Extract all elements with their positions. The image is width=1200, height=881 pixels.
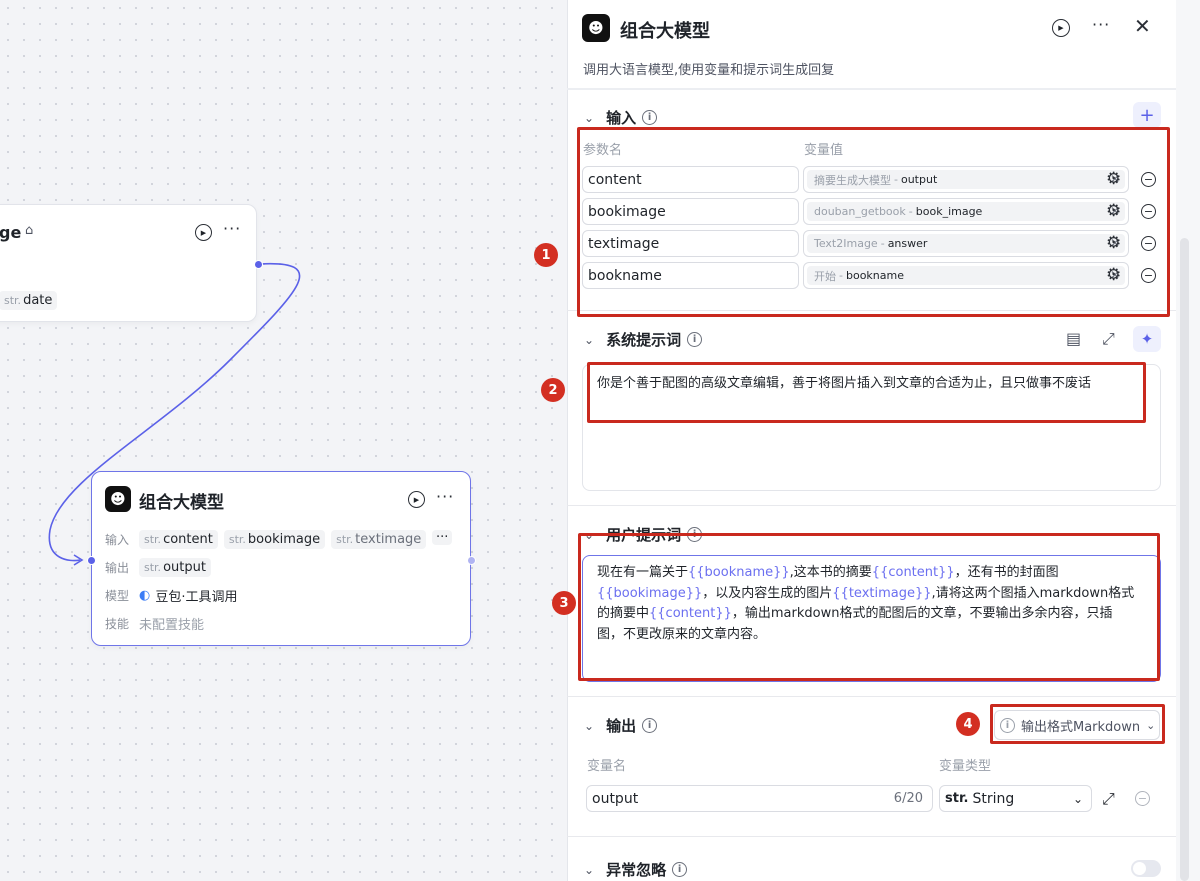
panel-title: 组合大模型 <box>620 21 710 42</box>
output-var-type-header: 变量类型 <box>939 759 992 774</box>
info-icon[interactable]: i <box>642 110 658 125</box>
system-prompt-header[interactable]: ⌄ 系统提示词 i <box>584 329 703 350</box>
chevron-down-icon[interactable]: ⌄ <box>584 863 594 877</box>
annotation-marker-4: 4 <box>956 712 980 736</box>
error-ignore-header[interactable]: ⌄ 异常忽略 i <box>584 859 688 880</box>
panel-subtitle: 调用大语言模型,使用变量和提示词生成回复 <box>583 63 835 78</box>
previous-node-output-port[interactable] <box>254 260 263 269</box>
chevron-down-icon[interactable]: ⌄ <box>584 719 594 733</box>
llm-logo-icon: ☻ <box>105 486 131 512</box>
info-icon[interactable]: i <box>687 332 703 347</box>
info-icon[interactable]: i <box>642 718 658 733</box>
connection-line <box>48 262 301 566</box>
annotation-box-inputs <box>577 127 1170 317</box>
llm-node-output-port[interactable] <box>467 556 476 565</box>
annotation-box-system-prompt <box>587 362 1146 423</box>
output-tag-date: str. date <box>0 291 58 310</box>
output-var-name-input[interactable]: output 6/20 <box>586 785 933 812</box>
more-icon[interactable]: ··· <box>223 219 241 238</box>
expand-icon[interactable]: ⤢ <box>1102 789 1115 809</box>
annotation-box-user-prompt <box>578 533 1160 681</box>
expand-icon[interactable]: ⤢ <box>1102 329 1115 349</box>
remove-row-icon[interactable]: − <box>1135 791 1150 806</box>
annotation-marker-2: 2 <box>541 378 565 402</box>
node-model-row: 模型 ◐ 豆包·工具调用 <box>105 588 238 605</box>
llm-node-card[interactable]: ☻ 组合大模型 ▶ ··· 输入 str. content str. bookima… <box>91 471 471 646</box>
char-counter: 6/20 <box>893 791 923 806</box>
more-inputs-icon[interactable]: ··· <box>432 530 453 545</box>
more-icon[interactable]: ··· <box>436 487 454 506</box>
error-ignore-toggle[interactable] <box>1131 860 1161 877</box>
input-tag-bookimage: str. bookimage <box>223 530 326 549</box>
previous-node-title: ge <box>0 223 22 242</box>
output-var-name-header: 变量名 <box>587 759 627 774</box>
output-section-header[interactable]: ⌄ 输出 i <box>584 715 658 736</box>
node-skill-row: 技能 未配置技能 <box>105 617 205 633</box>
info-icon[interactable]: i <box>672 862 688 877</box>
annotation-box-output-format <box>990 704 1165 744</box>
chevron-down-icon[interactable]: ⌄ <box>584 333 594 347</box>
run-icon[interactable]: ▶ <box>408 491 425 508</box>
add-input-button[interactable]: + <box>1133 102 1161 128</box>
llm-node-title: 组合大模型 <box>139 493 224 513</box>
doubao-model-icon: ◐ <box>139 588 151 603</box>
chevron-down-icon[interactable]: ⌄ <box>584 111 594 125</box>
run-icon[interactable]: ▶ <box>1052 19 1070 37</box>
annotation-marker-1: 1 <box>534 243 558 267</box>
input-tag-textimage: str. textimage <box>331 530 427 549</box>
input-section-header[interactable]: ⌄ 输入 i <box>584 107 658 128</box>
previous-node-card[interactable]: ge ⌂ ▶ ··· str. date <box>0 204 257 322</box>
scrollbar-thumb[interactable] <box>1180 238 1189 881</box>
node-output-row: 输出 str. output <box>105 558 217 577</box>
close-icon[interactable]: ✕ <box>1134 14 1151 38</box>
prompt-library-icon[interactable]: ▤ <box>1066 329 1081 348</box>
chevron-down-icon: ⌄ <box>1072 791 1083 806</box>
output-var-type-select[interactable]: str. String ⌄ <box>939 785 1092 812</box>
input-tag-content: str. content <box>139 530 218 549</box>
ai-optimize-icon[interactable]: ✦ <box>1133 326 1161 352</box>
llm-node-input-port[interactable] <box>87 556 96 565</box>
more-icon[interactable]: ··· <box>1092 15 1110 34</box>
annotation-marker-3: 3 <box>552 591 576 615</box>
run-icon[interactable]: ▶ <box>195 224 212 241</box>
node-input-row: 输入 str. content str. bookimage str. textima… <box>105 530 432 549</box>
output-tag-output: str. output <box>139 558 211 577</box>
llm-logo-icon: ☻ <box>582 14 610 42</box>
store-icon: ⌂ <box>25 223 34 238</box>
